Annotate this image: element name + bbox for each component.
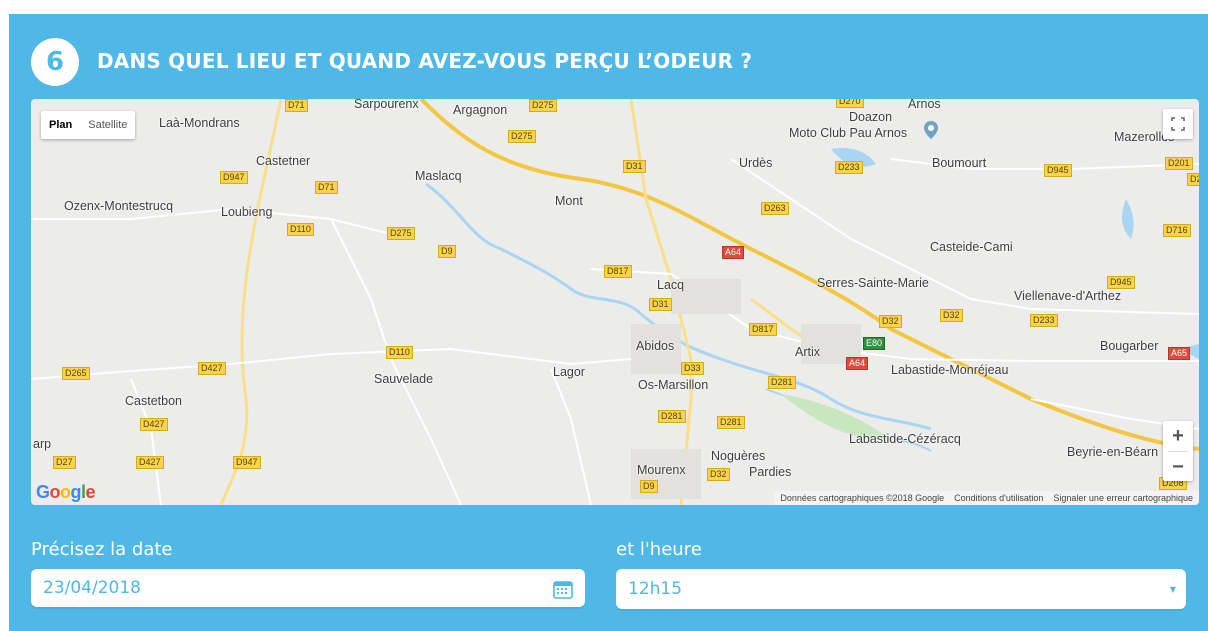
road-shield: D275 [387, 227, 415, 240]
road-shield: D281 [717, 416, 745, 429]
report-error-link[interactable]: Signaler une erreur cartographique [1053, 493, 1193, 503]
map-place-label: Bougarber [1100, 339, 1159, 353]
road-shield: D427 [198, 362, 226, 375]
map-place-label: Doazon [849, 110, 893, 124]
map-place-label: Labastide-Monréjeau [891, 363, 1009, 377]
map-place-label: Moto Club Pau Arnos [789, 126, 908, 140]
date-label: Précisez la date [31, 539, 173, 560]
map-place-label: Os-Marsillon [638, 378, 709, 392]
map-place-label: Pardies [749, 465, 792, 479]
map-place-label: arp [33, 437, 52, 451]
road-shield: D233 [835, 161, 863, 174]
road-shield: D31 [623, 160, 646, 173]
fullscreen-icon [1171, 117, 1185, 131]
map-place-label: Ozenx-Montestrucq [64, 199, 174, 213]
map-place-label: Serres-Sainte-Marie [817, 276, 929, 290]
road-shield: D32 [879, 315, 902, 328]
road-shield: A64 [722, 246, 745, 259]
road-shield: D32 [707, 468, 730, 481]
zoom-out-button[interactable]: − [1163, 452, 1193, 482]
road-shield: D945 [1044, 164, 1072, 177]
road-shield: D31 [649, 298, 672, 311]
zoom-in-button[interactable]: + [1163, 421, 1193, 451]
map-place-label: Loubieng [221, 205, 273, 219]
road-shield: D110 [386, 346, 413, 359]
road-shield: D427 [136, 456, 164, 469]
question-title: DANS QUEL LIEU ET QUAND AVEZ-VOUS PERÇU … [97, 49, 753, 73]
road-shield: D263 [761, 202, 789, 215]
road-shield: D427 [140, 418, 168, 431]
map-place-label: Laà-Mondrans [159, 116, 240, 130]
map-place-label: Argagnon [453, 103, 508, 117]
road-shield: D275 [508, 130, 536, 143]
date-input[interactable]: 23/04/2018 [31, 569, 585, 607]
map-attribution: Données cartographiques ©2018 Google Con… [774, 491, 1199, 505]
map-type-satellite[interactable]: Satellite [80, 111, 135, 139]
step-number: 6 [45, 47, 65, 77]
road-shield: E80 [863, 337, 886, 350]
map-data-credit: Données cartographiques ©2018 Google [780, 493, 945, 503]
road-shield: D71 [285, 99, 308, 112]
question-panel: 6 DANS QUEL LIEU ET QUAND AVEZ-VOUS PERÇ… [9, 14, 1208, 631]
map-place-label: Noguères [711, 449, 766, 463]
map-place-label: Beyrie-en-Béarn [1067, 445, 1159, 459]
step-number-badge: 6 [31, 38, 79, 86]
map-place-label: Viellenave-d'Arthez [1014, 289, 1122, 303]
fullscreen-button[interactable] [1163, 109, 1193, 139]
road-shield: D270 [836, 99, 864, 108]
road-shield: D9 [640, 480, 658, 493]
chevron-down-icon: ▼ [1169, 585, 1176, 594]
road-shield: D817 [749, 323, 777, 336]
terms-link[interactable]: Conditions d'utilisation [954, 493, 1043, 503]
map-place-label: Maslacq [415, 169, 462, 183]
road-shield: D2 [1187, 173, 1199, 186]
map-place-label: Sauvelade [374, 372, 434, 386]
map-place-label: Sarpourenx [354, 99, 419, 111]
road-shield: D945 [1107, 276, 1135, 289]
road-shield: D716 [1163, 224, 1191, 237]
road-shield: D27 [53, 456, 76, 469]
poi-marker-icon[interactable] [924, 121, 938, 139]
map-type-plan[interactable]: Plan [41, 111, 80, 139]
road-shield: D233 [1030, 314, 1058, 327]
map-place-label: Casteide-Cami [930, 240, 1013, 254]
time-label: et l'heure [616, 539, 702, 560]
map-place-label: Artix [795, 345, 820, 359]
map-place-label: Arnos [908, 99, 941, 111]
road-shield: D71 [315, 181, 338, 194]
map-place-label: Mont [555, 194, 583, 208]
map-place-label: Castetner [256, 154, 311, 168]
map-place-label: Labastide-Cézéracq [849, 432, 961, 446]
map-place-label: Lacq [657, 278, 685, 292]
road-shield: D281 [658, 410, 686, 423]
time-value: 12h15 [628, 579, 683, 599]
road-shield: D265 [62, 367, 90, 380]
date-value: 23/04/2018 [43, 578, 141, 598]
road-shield: A65 [1168, 347, 1191, 360]
time-select[interactable]: 12h15 ▼ [616, 569, 1186, 609]
road-shield: D201 [1165, 157, 1193, 170]
map-place-label: Urdès [739, 156, 773, 170]
google-logo: Google [36, 482, 96, 502]
road-shield: D32 [940, 309, 963, 322]
map-type-control: Plan Satellite [41, 111, 136, 139]
map-place-label: Castetbon [125, 394, 182, 408]
road-shield: D281 [768, 376, 796, 389]
road-shield: D947 [220, 171, 248, 184]
road-shield: D33 [681, 362, 704, 375]
road-shield: D110 [287, 223, 314, 236]
map-place-label: Lagor [553, 365, 585, 379]
map-place-label: Mourenx [637, 463, 686, 477]
map-place-label: Boumourt [932, 156, 987, 170]
road-shield: A64 [846, 357, 869, 370]
road-shield: D817 [604, 265, 632, 278]
road-shield: D9 [438, 245, 456, 258]
road-shield: D947 [233, 456, 261, 469]
road-shield: D275 [529, 99, 557, 112]
map[interactable]: Sarpourenx Argagnon Arnos Doazon Moto Club P… [31, 99, 1199, 505]
map-place-label: Abidos [636, 339, 675, 353]
calendar-icon[interactable] [553, 579, 573, 599]
zoom-control: + − [1163, 421, 1193, 481]
